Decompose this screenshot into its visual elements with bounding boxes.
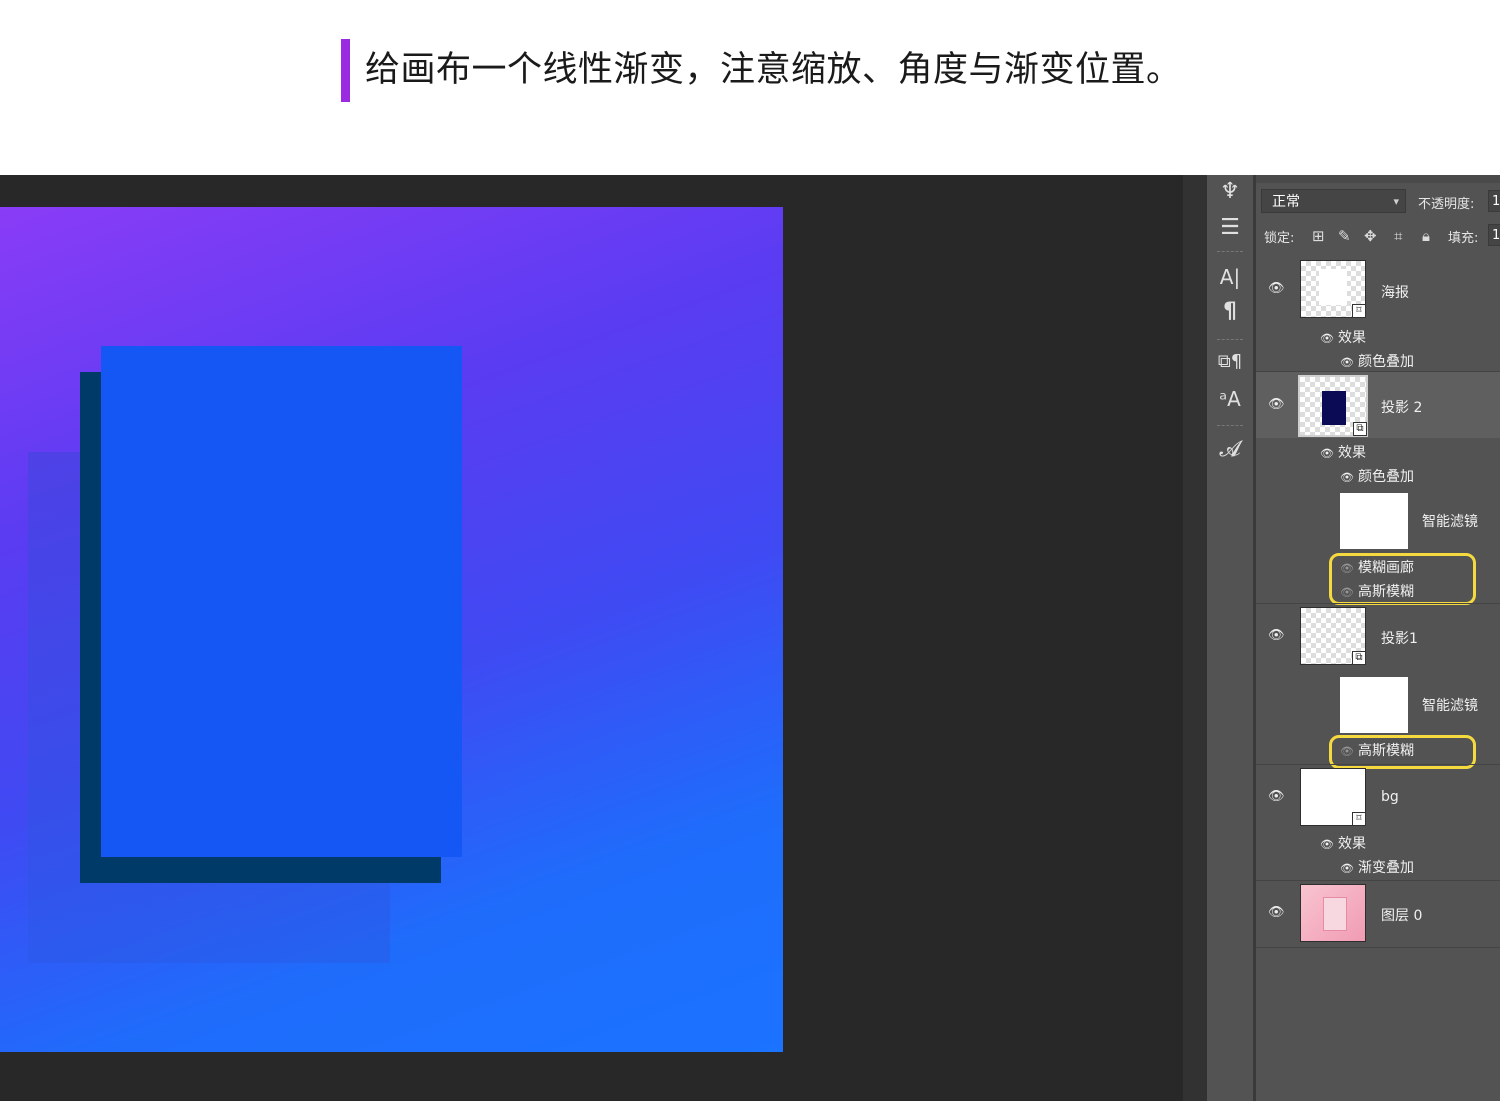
layer-name[interactable]: 海报 [1381,282,1409,302]
visibility-eye-icon[interactable]: 👁︎ [1268,397,1285,412]
glyphs-panel-icon[interactable]: 𝓐 [1207,437,1253,462]
smart-object-badge-icon: ⧉ [1353,422,1367,436]
layer-thumbnail: ⧉ [1300,607,1366,665]
opacity-input[interactable]: 1 [1488,190,1500,212]
layer-divider [1256,947,1500,948]
effect-item[interactable]: 👁︎ 颜色叠加 [1340,351,1414,371]
visibility-eye-icon[interactable]: 👁︎ [1340,356,1354,369]
opacity-label: 不透明度: [1418,197,1475,212]
visibility-eye-icon[interactable]: 👁︎ [1320,838,1334,851]
layer-thumbnail [1300,884,1366,942]
highlight-outline [1329,553,1476,605]
effect-item[interactable]: 👁︎ 颜色叠加 [1340,466,1414,486]
visibility-eye-icon[interactable]: 👁︎ [1268,905,1285,920]
layer-row-poster[interactable]: 👁︎ ⌑ 海报 👁︎ 效果 👁︎ 颜色叠加 [1256,255,1500,370]
visibility-eye-icon[interactable]: 👁︎ [1340,471,1354,484]
visibility-eye-icon[interactable]: 👁︎ [1340,862,1354,875]
smart-object-badge-icon: ⧉ [1352,651,1366,665]
effects-row[interactable]: 👁︎ 效果 [1320,833,1366,853]
lock-all-icon[interactable]: 🔒︎ [1422,227,1430,245]
layer-row-shadow-2[interactable]: 👁︎ ⧉ 投影 2 [1256,372,1500,438]
smart-filter-label[interactable]: 智能滤镜 [1422,695,1478,715]
smart-filter-mask-thumbnail[interactable] [1340,493,1408,549]
blend-mode-select[interactable]: 正常 ▾ [1261,189,1406,213]
toolstrip-separator [1217,339,1243,340]
character-styles-icon[interactable]: ᵃA [1207,387,1253,411]
smart-object-badge-icon: ⌑ [1352,304,1366,318]
layer-row-layer-0[interactable]: 👁︎ 图层 0 [1256,881,1500,947]
fill-label: 填充: [1448,231,1479,246]
artboard-badge-icon: ⌑ [1352,812,1366,826]
effects-row[interactable]: 👁︎ 效果 [1320,327,1366,347]
caption-text: 给画布一个线性渐变，注意缩放、角度与渐变位置。 [365,50,1182,90]
layer-name[interactable]: 图层 0 [1381,905,1422,925]
effect-item[interactable]: 👁︎ 渐变叠加 [1340,857,1414,877]
lock-image-pixels-icon[interactable]: ✎ [1338,227,1351,245]
lock-transparent-pixels-icon[interactable]: ⊞ [1312,227,1325,245]
photoshop-workspace: ♆ ☰ A| ¶ ⧉¶ ᵃA 𝓐 正常 ▾ 不透明度: 1 锁定: ⊞ ✎ ✥ … [0,175,1500,1101]
adjust-tool-icon[interactable]: ☰ [1207,215,1253,240]
visibility-eye-icon[interactable]: 👁︎ [1320,332,1334,345]
layer-name[interactable]: 投影1 [1381,628,1418,648]
panel-toolstrip: ♆ ☰ A| ¶ ⧉¶ ᵃA 𝓐 [1207,175,1256,1101]
toolstrip-separator [1217,251,1243,252]
smart-filter-label[interactable]: 智能滤镜 [1422,511,1478,531]
visibility-eye-icon[interactable]: 👁︎ [1320,447,1334,460]
document-canvas[interactable] [0,207,783,1052]
visibility-eye-icon[interactable]: 👁︎ [1268,281,1285,296]
paragraph-panel-icon[interactable]: ¶ [1207,299,1253,324]
layer-thumbnail: ⧉ [1298,375,1368,437]
panel-divider [1183,175,1207,1101]
lock-position-icon[interactable]: ✥ [1364,227,1377,245]
poster-rectangle [101,346,462,857]
visibility-eye-icon[interactable]: 👁︎ [1268,628,1285,643]
layer-thumbnail: ⌑ [1300,768,1366,826]
toolstrip-separator [1217,425,1243,426]
layer-thumbnail: ⌑ [1300,260,1366,318]
effects-row[interactable]: 👁︎ 效果 [1320,442,1366,462]
panel-tab-strip [1256,175,1500,183]
layer-name[interactable]: bg [1381,789,1399,805]
character-panel-icon[interactable]: A| [1207,265,1253,289]
blend-mode-value: 正常 [1272,194,1300,210]
fill-input[interactable]: 1 [1488,224,1500,246]
lock-artboard-icon[interactable]: ⌗ [1394,227,1402,245]
chevron-down-icon: ▾ [1393,195,1399,208]
lock-label: 锁定: [1264,231,1295,246]
smart-filter-mask-thumbnail[interactable] [1340,677,1408,733]
layer-name[interactable]: 投影 2 [1381,397,1422,417]
visibility-eye-icon[interactable]: 👁︎ [1268,789,1285,804]
brush-tool-icon[interactable]: ♆ [1207,179,1253,204]
caption-accent-bar [341,39,350,102]
layers-panel: 正常 ▾ 不透明度: 1 锁定: ⊞ ✎ ✥ ⌗ 🔒︎ 填充: 1 👁︎ ⌑ 海… [1256,175,1500,1101]
layer-row-bg[interactable]: 👁︎ ⌑ bg 👁︎ 效果 👁︎ 渐变叠加 [1256,765,1500,880]
paragraph-styles-icon[interactable]: ⧉¶ [1207,351,1253,372]
